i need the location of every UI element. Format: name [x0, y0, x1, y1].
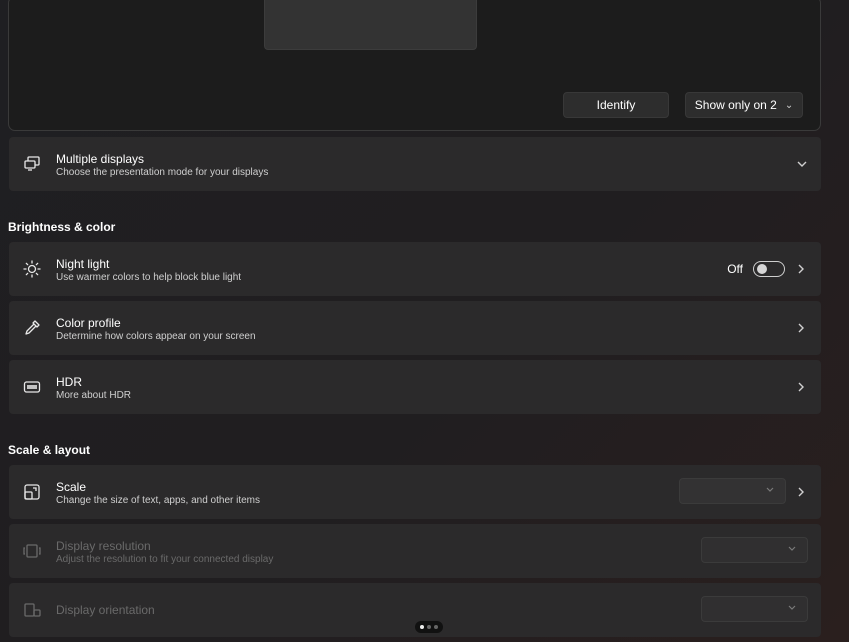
page-dot[interactable]: [434, 625, 438, 629]
page-dot[interactable]: [420, 625, 424, 629]
sun-icon: [23, 260, 41, 278]
page-indicator[interactable]: [415, 621, 443, 633]
multiple-displays-title: Multiple displays: [56, 152, 145, 166]
toggle-knob: [757, 264, 767, 274]
display-resolution-card: Display resolution Adjust the resolution…: [9, 524, 821, 578]
color-profile-card[interactable]: Color profile Determine how colors appea…: [9, 301, 821, 355]
display-resolution-dropdown: [701, 537, 808, 563]
display-orientation-title: Display orientation: [56, 603, 155, 617]
night-light-card[interactable]: Night light Use warmer colors to help bl…: [9, 242, 821, 296]
show-only-dropdown[interactable]: Show only on 2 ⌄: [685, 92, 803, 118]
show-only-dropdown-label: Show only on 2: [694, 98, 777, 112]
chevron-down-icon: ⌄: [784, 99, 794, 111]
color-profile-subtitle: Determine how colors appear on your scre…: [56, 331, 256, 342]
scale-icon: [24, 484, 40, 500]
section-heading-brightness: Brightness & color: [8, 220, 116, 234]
multiple-displays-card[interactable]: Multiple displays Choose the presentatio…: [9, 137, 821, 191]
resolution-icon: [23, 544, 41, 558]
chevron-down-icon: [788, 546, 796, 551]
orientation-icon: [24, 603, 41, 617]
multiple-displays-subtitle: Choose the presentation mode for your di…: [56, 167, 269, 178]
chevron-right-icon[interactable]: [796, 483, 806, 501]
night-light-state-label: Off: [727, 262, 743, 276]
chevron-down-icon[interactable]: [797, 155, 807, 173]
eyedropper-icon: [25, 320, 40, 335]
display-resolution-title: Display resolution: [56, 539, 151, 553]
page-dot[interactable]: [427, 625, 431, 629]
night-light-title: Night light: [56, 257, 110, 271]
hdr-title: HDR: [56, 375, 82, 389]
identify-button-label: Identify: [596, 98, 636, 112]
display-preview-panel: Identify Show only on 2 ⌄: [8, 0, 821, 131]
night-light-toggle[interactable]: [753, 261, 785, 277]
chevron-down-icon: [788, 605, 796, 610]
hdr-card[interactable]: HDR More about HDR: [9, 360, 821, 414]
hdr-icon: [23, 381, 41, 393]
scale-card[interactable]: Scale Change the size of text, apps, and…: [9, 465, 821, 519]
chevron-right-icon[interactable]: [796, 260, 806, 278]
night-light-subtitle: Use warmer colors to help block blue lig…: [56, 272, 242, 283]
multiple-displays-icon: [24, 156, 40, 171]
monitor-2-thumbnail[interactable]: [264, 0, 477, 50]
chevron-down-icon: [766, 487, 774, 492]
section-heading-scale: Scale & layout: [8, 443, 91, 457]
scale-title: Scale: [56, 480, 87, 494]
color-profile-title: Color profile: [56, 316, 121, 330]
identify-button[interactable]: Identify: [563, 92, 669, 118]
display-orientation-dropdown: [701, 596, 808, 622]
hdr-subtitle: More about HDR: [56, 390, 132, 401]
display-resolution-subtitle: Adjust the resolution to fit your connec…: [56, 554, 274, 565]
chevron-right-icon[interactable]: [796, 319, 806, 337]
scale-subtitle: Change the size of text, apps, and other…: [56, 495, 261, 506]
chevron-right-icon[interactable]: [796, 378, 806, 396]
scale-dropdown[interactable]: [679, 478, 786, 504]
